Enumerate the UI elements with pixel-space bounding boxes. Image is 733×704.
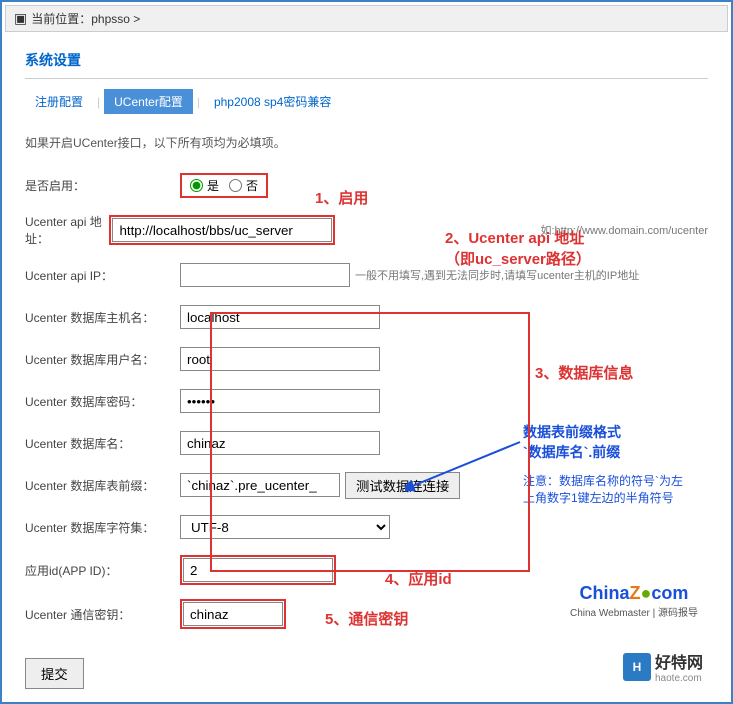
- tab-ucenter[interactable]: UCenter配置: [104, 89, 193, 114]
- comm-key-input[interactable]: [183, 602, 283, 626]
- haote-logo: H 好特网 haote.com: [623, 649, 703, 684]
- comm-key-label: Ucenter 通信密钥：: [25, 606, 180, 623]
- app-id-input[interactable]: [183, 558, 333, 582]
- db-pass-label: Ucenter 数据库密码：: [25, 393, 180, 410]
- breadcrumb-label: 当前位置：: [31, 10, 91, 27]
- db-name-label: Ucenter 数据库名：: [25, 435, 180, 452]
- breadcrumb: ▣ 当前位置： phpsso >: [5, 5, 728, 32]
- tab-php2008[interactable]: php2008 sp4密码兼容: [204, 89, 341, 114]
- api-addr-input[interactable]: [112, 218, 332, 242]
- db-host-input[interactable]: [180, 305, 380, 329]
- breadcrumb-path: phpsso >: [91, 12, 140, 26]
- db-host-label: Ucenter 数据库主机名：: [25, 309, 180, 326]
- radio-yes-input[interactable]: [190, 179, 203, 192]
- annotation-5: 4、应用id: [385, 568, 452, 589]
- location-icon: ▣: [14, 10, 27, 27]
- enable-radio-group: 是 否: [180, 173, 268, 198]
- radio-no-input[interactable]: [229, 179, 242, 192]
- tab-separator: |: [97, 95, 100, 109]
- db-charset-select[interactable]: UTF-8: [180, 515, 390, 539]
- tab-separator: |: [197, 95, 200, 109]
- tab-bar: 注册配置 | UCenter配置 | php2008 sp4密码兼容: [25, 89, 708, 114]
- db-user-input[interactable]: [180, 347, 380, 371]
- radio-no[interactable]: 否: [229, 177, 258, 194]
- page-title: 系统设置: [25, 42, 708, 79]
- db-name-input[interactable]: [180, 431, 380, 455]
- annotation-2: 2、Ucenter api 地址 （即uc_server路径）: [445, 227, 591, 269]
- annotation-4-title: 数据表前缀格式 `数据库名`.前缀: [523, 422, 621, 462]
- tab-register[interactable]: 注册配置: [25, 89, 93, 114]
- db-prefix-label: Ucenter 数据库表前缀：: [25, 477, 180, 494]
- enable-label: 是否启用：: [25, 177, 180, 194]
- chinaz-logo: ChinaZ●com China Webmaster | 源码报导: [570, 583, 698, 619]
- db-user-label: Ucenter 数据库用户名：: [25, 351, 180, 368]
- test-connection-button[interactable]: 测试数据连连接: [345, 472, 460, 499]
- app-id-label: 应用id(APP ID)：: [25, 562, 180, 579]
- annotation-6: 5、通信密钥: [325, 608, 408, 629]
- radio-yes[interactable]: 是: [190, 177, 219, 194]
- db-prefix-input[interactable]: [180, 473, 340, 497]
- haote-icon: H: [623, 653, 651, 681]
- annotation-4-note: 注意：数据库名称的符号`为左上角数字1键左边的半角符号: [523, 472, 683, 506]
- db-pass-input[interactable]: [180, 389, 380, 413]
- annotation-3: 3、数据库信息: [535, 362, 633, 383]
- annotation-1: 1、启用: [315, 187, 368, 208]
- help-text: 如果开启UCenter接口，以下所有项均为必填项。: [25, 134, 708, 151]
- api-ip-hint: 一般不用填写,遇到无法同步时,请填写ucenter主机的IP地址: [355, 267, 639, 283]
- api-ip-input[interactable]: [180, 263, 350, 287]
- db-charset-label: Ucenter 数据库字符集：: [25, 519, 180, 536]
- api-addr-label: Ucenter api 地址：: [25, 213, 109, 247]
- api-ip-label: Ucenter api IP：: [25, 267, 180, 284]
